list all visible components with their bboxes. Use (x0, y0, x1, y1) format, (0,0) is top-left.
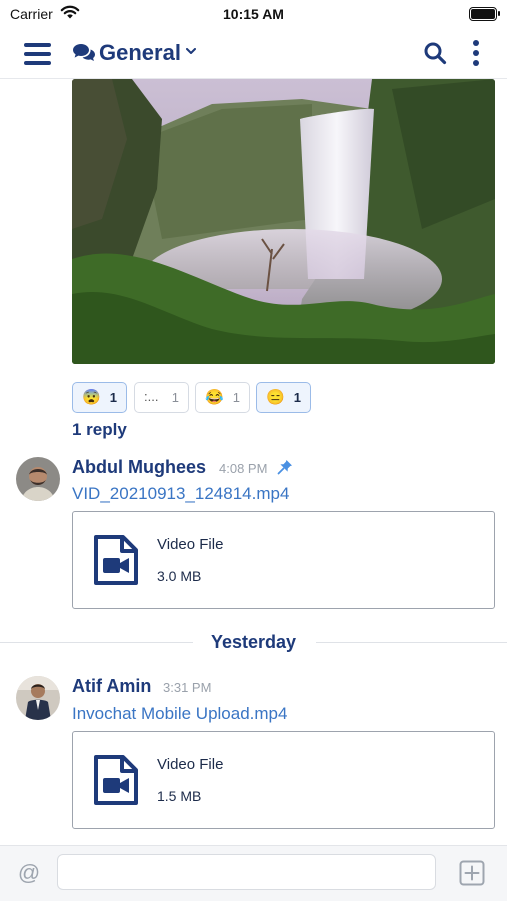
message-author[interactable]: Atif Amin (72, 676, 151, 697)
file-size-label: 1.5 MB (157, 788, 202, 804)
file-attachment-card[interactable]: Video File 1.5 MB (72, 731, 495, 829)
at-icon[interactable]: @ (16, 860, 42, 886)
reaction-chip[interactable]: 😨 1 (72, 382, 127, 413)
message-list[interactable]: 😨 1 :... 1 😂 1 😑 1 1 reply Abdul Mughees… (0, 79, 507, 845)
battery-icon (469, 7, 500, 21)
reaction-emoji: :... (144, 389, 159, 404)
chevron-down-icon[interactable] (186, 48, 196, 55)
message-author[interactable]: Abdul Mughees (72, 457, 206, 478)
pin-icon (277, 460, 292, 475)
status-bar: Carrier 10:15 AM (0, 0, 507, 30)
file-type-label: Video File (157, 536, 224, 553)
message-timestamp: 3:31 PM (163, 680, 212, 695)
menu-icon[interactable] (24, 43, 51, 65)
chat-bubbles-icon (73, 44, 95, 61)
message-input[interactable] (57, 854, 436, 890)
reaction-chip[interactable]: :... 1 (134, 382, 189, 413)
more-vertical-icon[interactable] (472, 40, 480, 66)
reaction-emoji: 😑 (266, 389, 285, 406)
clock: 10:15 AM (223, 6, 284, 22)
reaction-emoji: 😨 (82, 389, 101, 406)
reaction-count: 1 (293, 390, 301, 405)
waterfall-image (72, 79, 495, 364)
channel-header: General (0, 30, 507, 79)
plus-square-icon[interactable] (459, 860, 485, 886)
reaction-emoji: 😂 (205, 389, 224, 406)
avatar[interactable] (16, 676, 60, 720)
avatar[interactable] (16, 457, 60, 501)
video-file-icon (94, 755, 138, 805)
date-divider: Yesterday (210, 632, 297, 652)
file-size-label: 3.0 MB (157, 568, 202, 584)
file-attachment-card[interactable]: Video File 3.0 MB (72, 511, 495, 609)
message-composer: @ (0, 845, 507, 901)
channel-title[interactable]: General (99, 40, 181, 66)
reaction-chip[interactable]: 😂 1 (195, 382, 250, 413)
reaction-count: 1 (109, 390, 117, 405)
reaction-count: 1 (232, 390, 240, 405)
thread-reply-link[interactable]: 1 reply (72, 420, 127, 440)
image-attachment[interactable] (72, 79, 495, 364)
attachment-filename[interactable]: Invochat Mobile Upload.mp4 (72, 704, 287, 724)
search-icon[interactable] (423, 41, 447, 65)
reaction-count: 1 (171, 390, 179, 405)
reaction-chip[interactable]: 😑 1 (256, 382, 311, 413)
attachment-filename[interactable]: VID_20210913_124814.mp4 (72, 484, 289, 504)
video-file-icon (94, 535, 138, 585)
message-timestamp: 4:08 PM (219, 461, 268, 476)
file-type-label: Video File (157, 756, 224, 773)
